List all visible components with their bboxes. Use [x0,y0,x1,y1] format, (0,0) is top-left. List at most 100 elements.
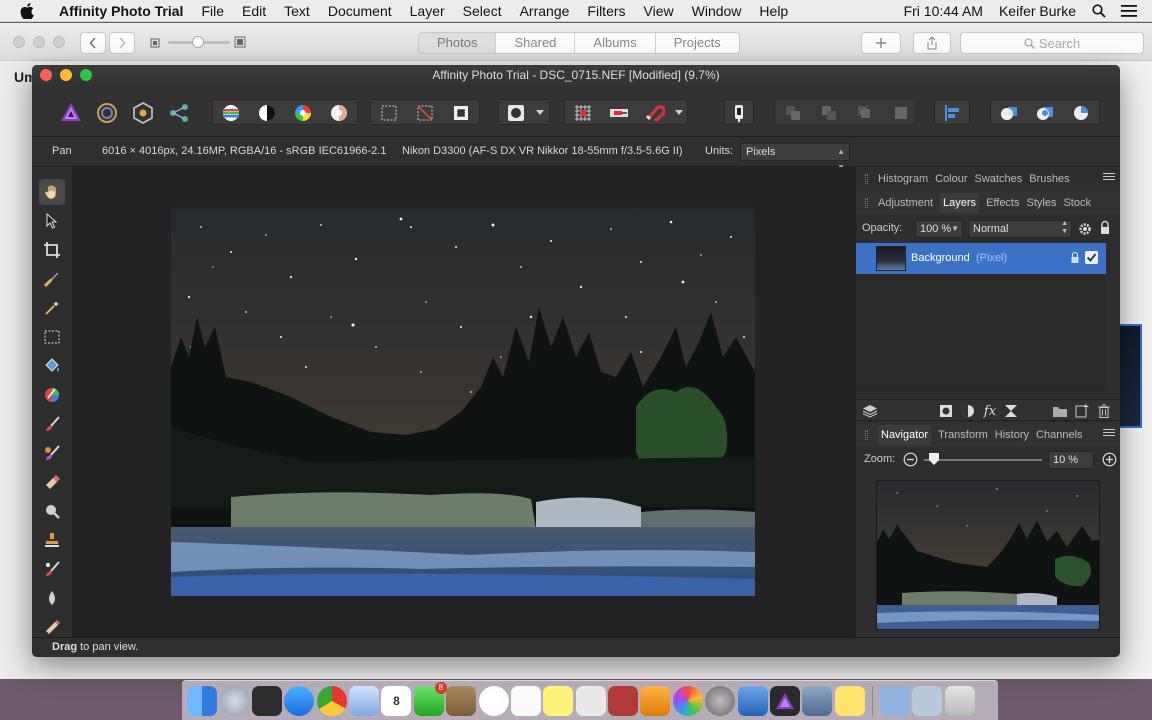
layer-lock-icon[interactable] [1070,251,1080,267]
affinity-photo-icon[interactable] [769,685,800,716]
finder-icon[interactable] [187,685,218,716]
notes-icon[interactable] [543,685,574,716]
slider-knob[interactable] [192,36,204,48]
downloads-folder-icon[interactable] [912,685,943,716]
trash-can-icon[interactable] [944,685,975,716]
tab-brushes[interactable]: Brushes [1029,173,1069,185]
itunes-icon[interactable] [478,685,509,716]
zoom-in-icon[interactable] [1102,452,1117,470]
flood-fill-tool[interactable] [39,353,65,379]
contacts-icon[interactable] [446,685,477,716]
share-button[interactable] [913,32,951,54]
word-icon[interactable] [737,685,768,716]
tab-navigator[interactable]: Navigator [878,425,932,445]
image-capture-icon[interactable] [802,685,833,716]
zoom-slider-thumb[interactable] [929,453,939,468]
launchpad-icon[interactable] [219,685,250,716]
paint-brush-tool[interactable] [39,411,65,437]
chrome-icon[interactable] [316,685,347,716]
subtract-boolean-icon[interactable] [1032,100,1058,126]
develop-persona-icon[interactable] [130,100,156,126]
tab-layers[interactable]: Layers [940,193,980,213]
photo-booth-red-icon[interactable] [608,685,639,716]
move-forward-one-icon[interactable] [852,100,878,126]
photos-search-field[interactable]: Search [960,32,1144,54]
color-picker-tool[interactable] [39,382,65,408]
group-folder-icon[interactable] [1052,403,1068,419]
trash-icon[interactable] [1096,403,1112,419]
white-balance-icon[interactable] [326,100,352,126]
blur-tool[interactable] [39,585,65,611]
menu-document[interactable]: Document [319,3,401,19]
system-preferences-icon[interactable] [705,685,736,716]
messages-icon[interactable]: 8 [413,681,447,716]
liquify-persona-icon[interactable] [94,100,120,126]
levels-icon[interactable] [218,100,244,126]
deselect-icon[interactable] [412,100,438,126]
menu-select[interactable]: Select [454,3,511,19]
mask-layer-icon[interactable] [938,403,954,419]
tab-effects[interactable]: Effects [986,197,1019,209]
photo-thumbnail-selected[interactable] [1118,324,1142,428]
panel-grip-icon[interactable] [865,174,868,184]
quick-mask-icon[interactable] [504,100,528,126]
color-replacement-tool[interactable] [39,440,65,466]
crop-tool[interactable] [39,237,65,263]
photos-close-button[interactable] [13,36,25,48]
documents-folder-icon[interactable] [880,685,911,716]
selection-brush-tool[interactable] [39,266,65,292]
zoom-slider[interactable] [924,453,1042,465]
spotlight-search-icon[interactable] [1088,2,1110,20]
thumbnail-size-slider[interactable] [168,36,230,48]
preview-icon[interactable] [349,685,380,716]
back-button[interactable] [80,32,106,54]
menu-app-name[interactable]: Affinity Photo Trial [50,3,192,19]
menu-text[interactable]: Text [275,3,319,19]
export-persona-icon[interactable] [166,100,192,126]
dodge-tool[interactable] [39,498,65,524]
photos-minimize-button[interactable] [33,36,45,48]
hand-tool[interactable] [39,179,65,205]
move-to-front-icon[interactable] [888,100,914,126]
add-boolean-icon[interactable] [996,100,1022,126]
menubar-user[interactable]: Keifer Burke [991,3,1084,19]
select-all-icon[interactable] [376,100,402,126]
photo-persona-icon[interactable] [58,100,84,126]
reminders-icon[interactable] [510,685,541,716]
canvas-area[interactable] [72,167,854,637]
menu-view[interactable]: View [635,3,683,19]
flood-select-tool[interactable] [39,295,65,321]
menu-file[interactable]: File [192,3,233,19]
quick-mask-dropdown-icon[interactable] [532,100,548,126]
tab-swatches[interactable]: Swatches [975,173,1023,185]
move-tool[interactable] [39,208,65,234]
zoom-value-field[interactable]: 10 % [1048,451,1094,469]
adjustment-layer-icon[interactable] [960,403,976,419]
calendar-icon[interactable]: 8 [381,685,412,716]
assistant-icon[interactable] [727,100,751,126]
panel-grip-icon[interactable] [865,198,868,208]
layer-row-background[interactable]: Background (Pixel) [856,243,1106,274]
layer-visibility-checkbox[interactable] [1085,251,1098,264]
black-white-icon[interactable] [254,100,280,126]
navigator-preview[interactable] [876,480,1100,630]
align-icon[interactable] [939,100,965,126]
healing-tool[interactable] [39,556,65,582]
forward-button[interactable] [109,32,135,54]
move-to-back-icon[interactable] [780,100,806,126]
invert-selection-icon[interactable] [448,100,474,126]
add-button[interactable] [861,32,901,54]
photos-app-icon[interactable] [672,685,703,716]
move-back-one-icon[interactable] [816,100,842,126]
tab-projects[interactable]: Projects [656,33,739,53]
tab-photos[interactable]: Photos [419,33,497,53]
zoom-button[interactable] [80,69,92,81]
add-pixel-layer-icon[interactable] [1074,403,1090,419]
tab-colour[interactable]: Colour [935,173,967,185]
opacity-field[interactable]: 100 % ▼ [915,220,963,238]
lock-icon[interactable] [1099,220,1111,239]
marquee-tool[interactable] [39,324,65,350]
intersect-boolean-icon[interactable] [1068,100,1094,126]
minimize-button[interactable] [60,69,72,81]
menu-edit[interactable]: Edit [233,3,275,19]
